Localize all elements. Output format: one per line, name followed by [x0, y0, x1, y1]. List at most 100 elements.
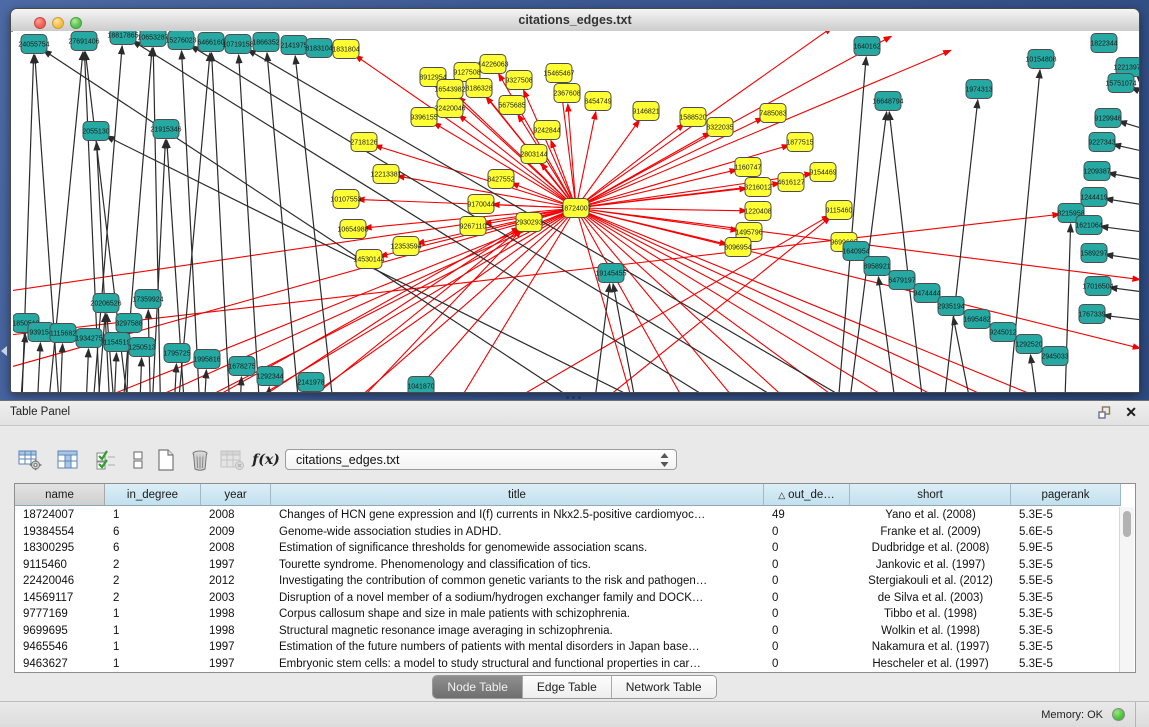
graph-node[interactable]: 8322035 — [706, 118, 733, 137]
graph-node[interactable]: 21915346 — [150, 120, 181, 139]
graph-node[interactable]: 8183104 — [305, 39, 332, 58]
table-selector-dropdown[interactable]: citations_edges.txt — [285, 449, 677, 470]
splitter-handle[interactable] — [566, 396, 581, 399]
table-row[interactable]: 1938455462009Genome-wide association stu… — [15, 524, 1135, 541]
graph-node[interactable]: 9227343 — [1088, 133, 1115, 152]
graph-node[interactable]: 4616127 — [777, 173, 804, 192]
row-cells-button[interactable] — [124, 447, 152, 473]
graph-node[interactable]: 10107553 — [330, 190, 361, 209]
graph-node[interactable]: 16543982 — [434, 80, 465, 99]
tab-edge-table[interactable]: Edge Table — [523, 676, 612, 698]
column-header-title[interactable]: title — [271, 484, 764, 506]
graph-node[interactable]: 1795725 — [163, 344, 190, 363]
graph-node[interactable]: 9245012 — [989, 323, 1016, 342]
graph-node[interactable]: 2141975 — [280, 36, 307, 55]
column-display-button[interactable] — [54, 447, 82, 473]
graph-node[interactable]: 3216012 — [744, 178, 771, 197]
network-window[interactable]: citations_edges.txt 18724007293029314226… — [10, 8, 1140, 393]
graph-node[interactable]: 1292520 — [1015, 335, 1042, 354]
graph-node[interactable]: 15465467 — [543, 64, 574, 83]
graph-node[interactable]: 9474444 — [913, 284, 940, 303]
graph-node[interactable]: 9327508 — [505, 71, 532, 90]
network-canvas[interactable]: 1872400729302931422606391275088912954165… — [13, 31, 1139, 392]
graph-node[interactable]: 2367608 — [553, 84, 580, 103]
table-row[interactable]: 911546021997Tourette syndrome. Phenomeno… — [15, 557, 1135, 574]
table-row[interactable]: 946554611997Estimation of the future num… — [15, 639, 1135, 656]
graph-node[interactable]: 9396155 — [410, 108, 437, 127]
new-document-button[interactable] — [152, 447, 180, 473]
graph-node[interactable]: 1041870 — [407, 377, 434, 393]
graph-node[interactable]: 1877515 — [786, 133, 813, 152]
scrollbar-thumb[interactable] — [1123, 511, 1131, 537]
graph-node[interactable]: 15751074 — [1105, 74, 1136, 93]
graph-node[interactable]: 9129946 — [1094, 109, 1121, 128]
graph-node[interactable]: 19145455 — [595, 264, 626, 283]
table-row[interactable]: 969969511998Structural magnetic resonanc… — [15, 623, 1135, 640]
graph-node[interactable]: 10154808 — [1025, 50, 1056, 69]
table-settings-button[interactable] — [16, 447, 44, 473]
float-panel-icon[interactable] — [1098, 406, 1113, 420]
graph-node[interactable]: 1822344 — [1090, 34, 1117, 53]
column-header-pagerank[interactable]: pagerank — [1011, 484, 1121, 506]
column-header-name[interactable]: name — [15, 484, 105, 506]
graph-node[interactable]: 2935194 — [937, 297, 964, 316]
graph-node[interactable]: 1209387 — [1083, 162, 1110, 181]
graph-node[interactable]: 1588520 — [679, 108, 706, 127]
graph-node[interactable]: 1640162 — [853, 37, 880, 56]
graph-node[interactable]: 17359924 — [132, 290, 163, 309]
graph-node[interactable]: 27691406 — [68, 32, 99, 51]
panel-collapse-arrow-icon[interactable] — [1, 346, 7, 356]
graph-node[interactable]: 18724007 — [560, 199, 591, 218]
tab-network-table[interactable]: Network Table — [612, 676, 716, 698]
graph-node[interactable]: 10653287 — [137, 31, 168, 47]
graph-node[interactable]: 16648794 — [872, 92, 903, 111]
graph-node[interactable]: 9146821 — [632, 102, 659, 121]
graph-node[interactable]: 1866352 — [252, 33, 279, 52]
graph-node[interactable]: 9154469 — [809, 163, 836, 182]
graph-node[interactable]: 7485083 — [759, 104, 786, 123]
vertical-scrollbar[interactable] — [1119, 507, 1134, 672]
graph-node[interactable]: 3297588 — [115, 314, 142, 333]
graph-node[interactable]: 1695482 — [963, 310, 990, 329]
graph-node[interactable]: 1995816 — [193, 350, 220, 369]
graph-node[interactable]: 9170044 — [467, 195, 494, 214]
graph-node[interactable]: 1244419 — [1080, 188, 1107, 207]
table-row[interactable]: 2242004622012Investigating the contribut… — [15, 573, 1135, 590]
tab-node-table[interactable]: Node Table — [433, 676, 523, 698]
graph-node[interactable]: 1934275 — [75, 329, 102, 348]
graph-node[interactable]: 1678275 — [228, 357, 255, 376]
graph-node[interactable]: 2930293 — [515, 213, 542, 232]
table-row[interactable]: 1830029562008Estimation of significance … — [15, 540, 1135, 557]
graph-node[interactable]: 9267110 — [460, 217, 487, 236]
graph-node[interactable]: 1974313 — [965, 80, 992, 99]
graph-node[interactable]: 12213381 — [370, 165, 401, 184]
table-row[interactable]: 977716911998Corpus callosum shape and si… — [15, 606, 1135, 623]
graph-node[interactable]: 1154519 — [104, 333, 131, 352]
delete-trash-button[interactable] — [186, 447, 214, 473]
graph-node[interactable]: 2055130 — [82, 122, 109, 141]
graph-node[interactable]: 10719158 — [222, 35, 253, 54]
graph-node[interactable]: 20206526 — [90, 294, 121, 313]
graph-node[interactable]: 22420046 — [434, 99, 465, 118]
close-panel-icon[interactable]: ✕ — [1125, 404, 1137, 420]
graph-node[interactable]: 14530144 — [353, 250, 384, 269]
graph-node[interactable]: 15276023 — [165, 31, 196, 50]
graph-node[interactable]: 2803144 — [520, 145, 547, 164]
graph-node[interactable]: 1767339 — [1078, 305, 1105, 324]
graph-node[interactable]: 24055754 — [18, 35, 49, 54]
table-row[interactable]: 946362711997Embryonic stem cells: a mode… — [15, 656, 1135, 673]
graph-node[interactable]: 8958921 — [863, 257, 890, 276]
citation-network-graph[interactable]: 1872400729302931422606391275088912954165… — [13, 31, 1139, 392]
graph-node[interactable]: 1250513 — [128, 338, 155, 357]
graph-node[interactable]: 14226063 — [477, 55, 508, 74]
graph-node[interactable]: 6466160 — [197, 33, 224, 52]
graph-node[interactable]: 8427552 — [487, 170, 514, 189]
graph-node[interactable]: 5675685 — [498, 96, 525, 115]
select-columns-button[interactable] — [92, 447, 120, 473]
graph-node[interactable]: 2141978 — [297, 373, 324, 392]
graph-node[interactable]: 1589297 — [1080, 244, 1107, 263]
graph-node[interactable]: 9115460 — [826, 201, 853, 220]
function-builder-button[interactable]: f(x) — [252, 447, 280, 473]
graph-node[interactable]: 8454749 — [584, 92, 611, 111]
column-header-in_degree[interactable]: in_degree — [105, 484, 201, 506]
